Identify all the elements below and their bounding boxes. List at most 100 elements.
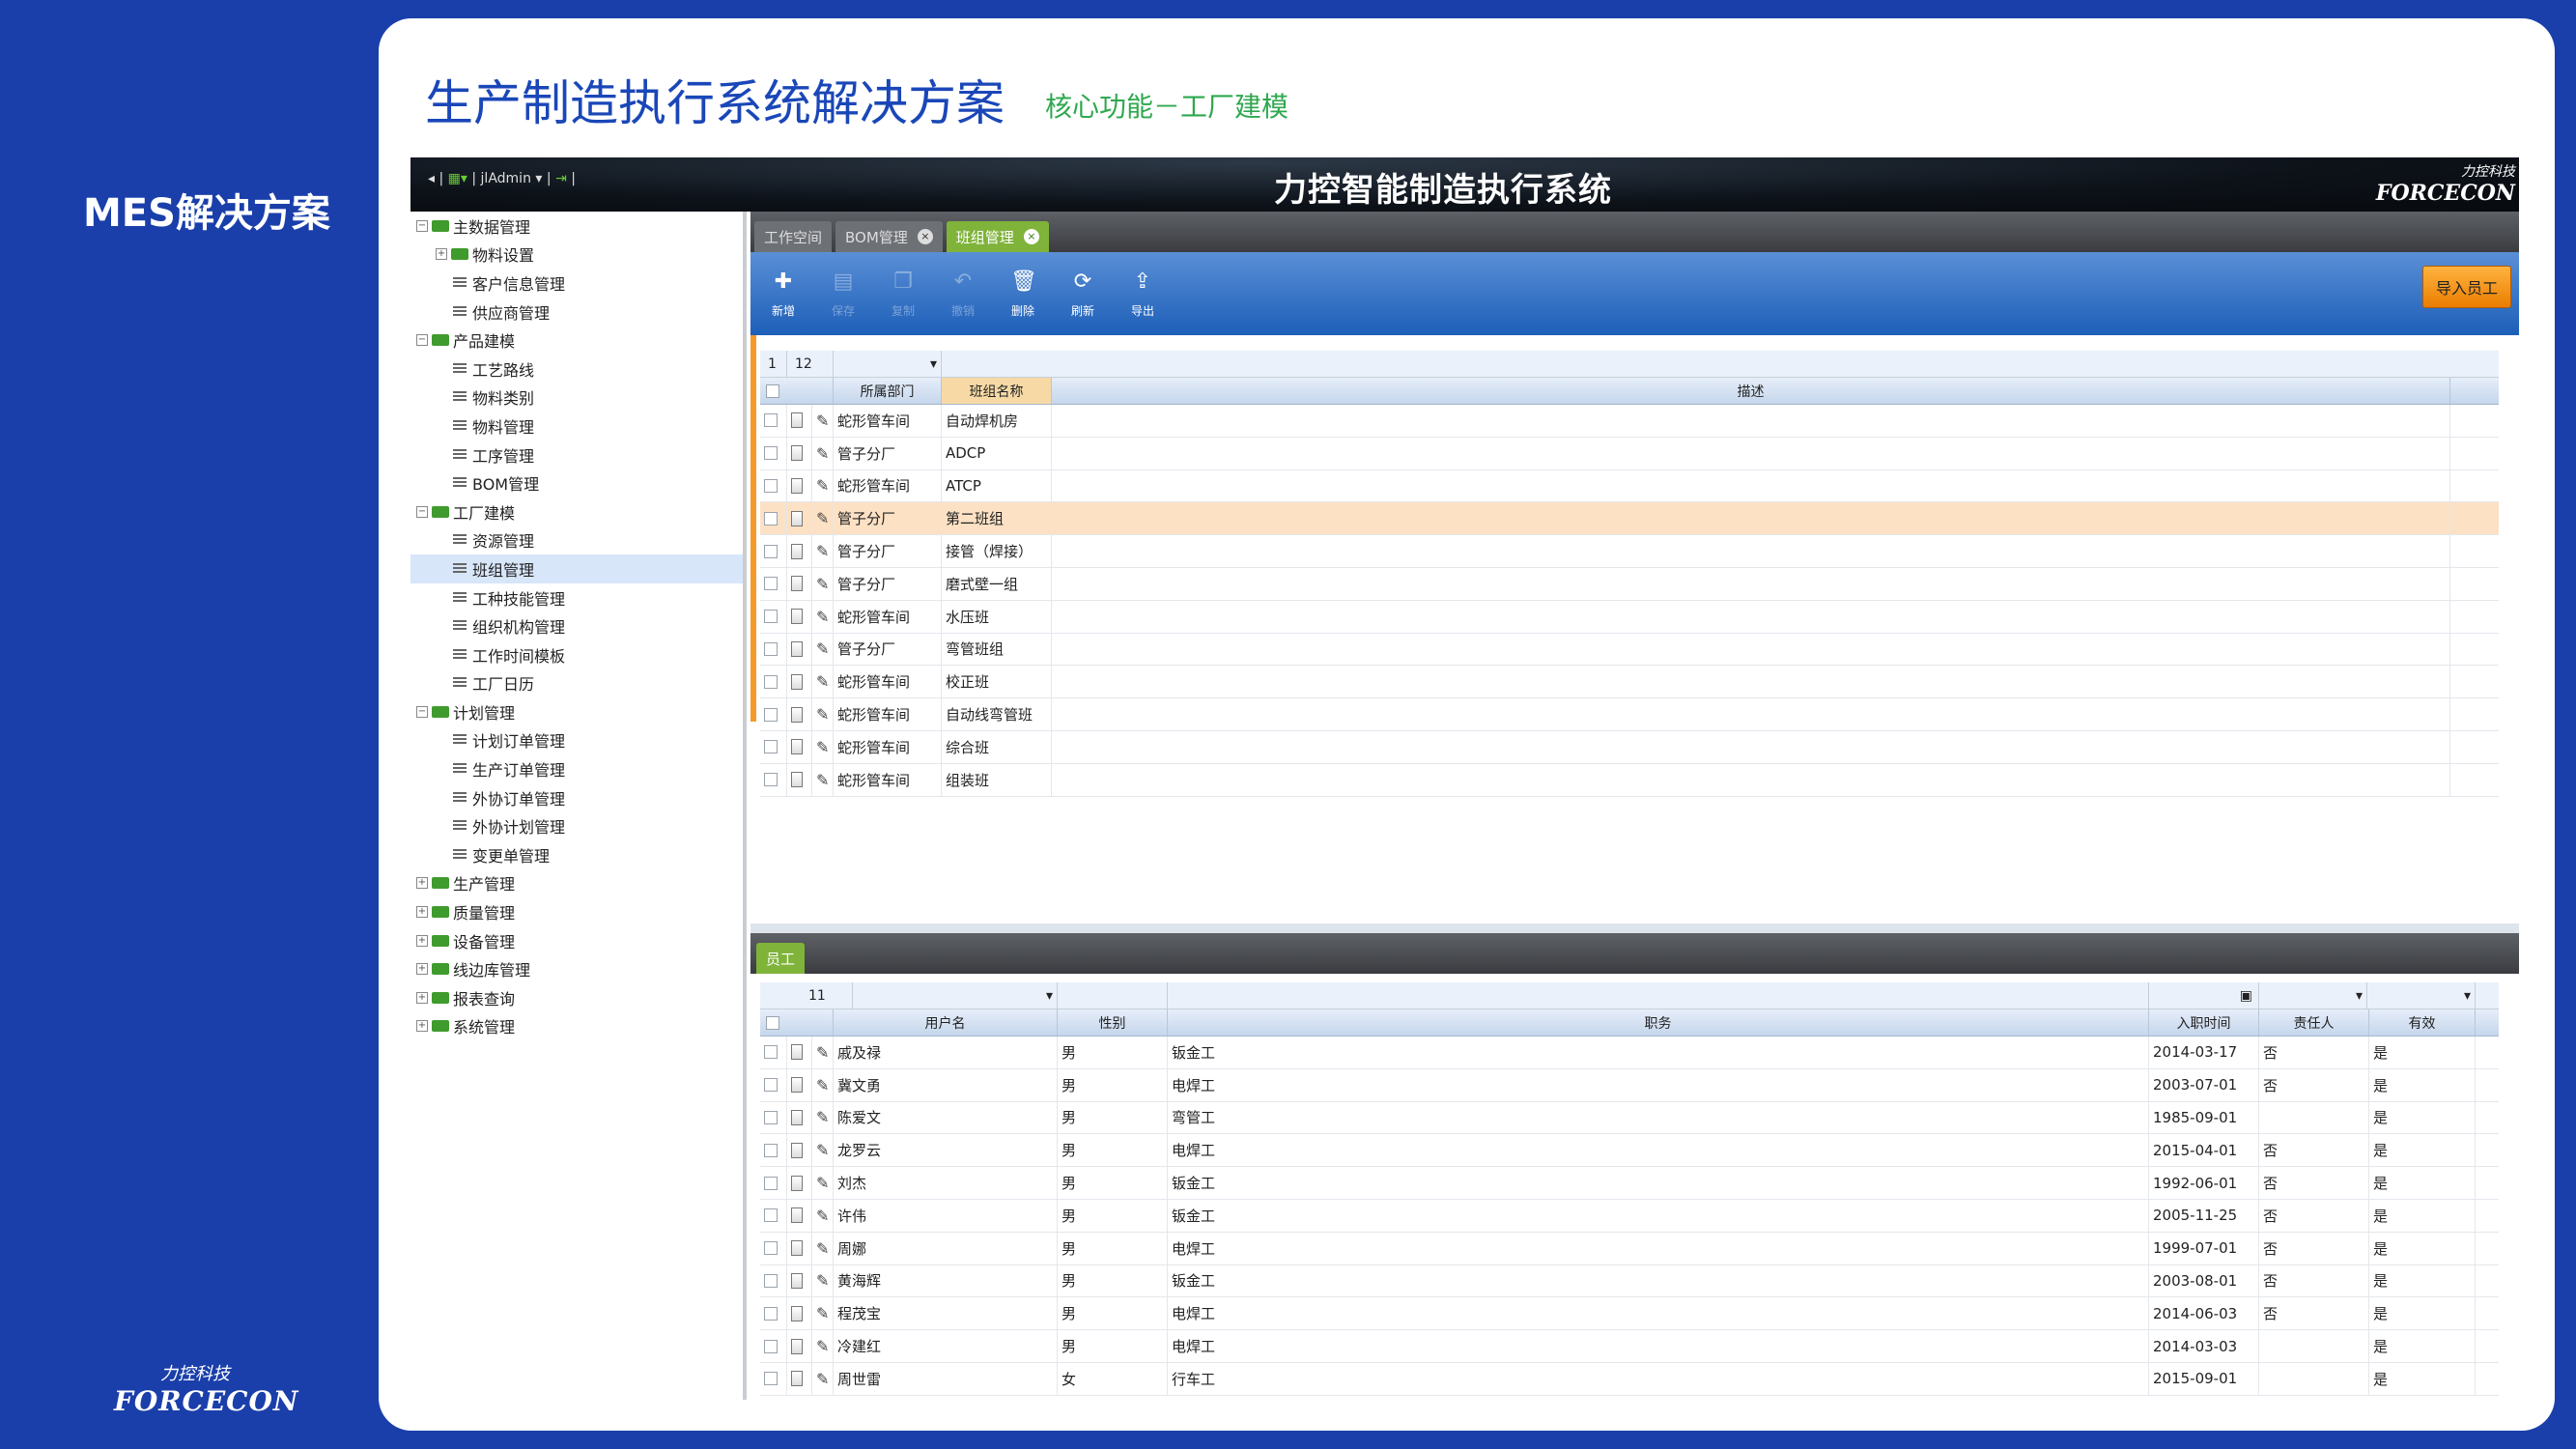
row-edit-cell[interactable]: ✎ — [812, 1232, 834, 1264]
checkbox[interactable] — [764, 1045, 778, 1060]
checkbox[interactable] — [764, 1110, 778, 1124]
row-checkbox-cell[interactable] — [760, 1264, 787, 1297]
row-view-cell[interactable] — [787, 1330, 812, 1362]
row-edit-cell[interactable]: ✎ — [812, 1134, 834, 1167]
document-icon[interactable] — [791, 1240, 803, 1257]
tree-item[interactable]: 供应商管理 — [410, 298, 743, 327]
tree-item[interactable]: + 报表查询 — [410, 983, 743, 1012]
edit-icon[interactable]: ✎ — [816, 1174, 829, 1192]
row-checkbox-cell[interactable] — [760, 1362, 787, 1395]
checkbox[interactable] — [764, 478, 778, 493]
column-header[interactable]: 所属部门 — [834, 378, 942, 404]
filter-dropdown[interactable]: ▾ — [2367, 982, 2476, 1009]
tree-item[interactable]: + 物料设置 — [410, 241, 743, 270]
row-view-cell[interactable] — [787, 1232, 812, 1264]
checkbox[interactable] — [764, 446, 778, 461]
logout-icon[interactable]: ⇥ — [555, 171, 567, 186]
tree-item[interactable]: − 主数据管理 — [410, 212, 743, 241]
tab-item[interactable]: 工作空间 — [754, 221, 833, 252]
row-edit-cell[interactable]: ✎ — [812, 1167, 834, 1199]
table-row[interactable]: ✎ 周娜男电焊工 1999-07-01 否是 — [760, 1232, 2499, 1265]
row-view-cell[interactable] — [787, 730, 812, 763]
row-edit-cell[interactable]: ✎ — [812, 1297, 834, 1330]
chevron-down-icon[interactable]: ▾ — [1046, 988, 1053, 1004]
table-row[interactable]: ✎ 刘杰男钣金工 1992-06-01 否是 — [760, 1167, 2499, 1200]
document-icon[interactable] — [791, 609, 803, 625]
row-view-cell[interactable] — [787, 1101, 812, 1134]
row-view-cell[interactable] — [787, 469, 812, 502]
toolbar-button[interactable]: ❐ 复制 — [882, 270, 924, 319]
tree-item[interactable]: + 系统管理 — [410, 1012, 743, 1041]
edit-icon[interactable]: ✎ — [816, 1304, 829, 1322]
chevron-down-icon[interactable]: ▾ — [535, 171, 542, 186]
header-checkbox-cell[interactable] — [760, 378, 834, 404]
toolbar-button[interactable]: ✚ 新增 — [762, 270, 805, 319]
document-icon[interactable] — [791, 1142, 803, 1158]
collapse-icon[interactable]: − — [416, 505, 428, 518]
toolbar-button[interactable]: ▤ 保存 — [822, 270, 864, 319]
column-header[interactable]: 有效 — [2369, 1009, 2476, 1036]
tree-item[interactable]: 工作时间模板 — [410, 640, 743, 669]
row-edit-cell[interactable]: ✎ — [812, 469, 834, 502]
filter-dropdown[interactable]: ▾ — [834, 351, 942, 377]
checkbox[interactable] — [764, 544, 778, 558]
checkbox[interactable] — [764, 1339, 778, 1353]
row-view-cell[interactable] — [787, 1362, 812, 1395]
row-view-cell[interactable] — [787, 698, 812, 730]
checkbox[interactable] — [764, 674, 778, 689]
row-edit-cell[interactable]: ✎ — [812, 763, 834, 796]
row-view-cell[interactable] — [787, 763, 812, 796]
toolbar-button[interactable]: 🗑 删除 — [1002, 270, 1044, 319]
row-view-cell[interactable] — [787, 1068, 812, 1101]
menu-icon[interactable]: ▦▾ — [448, 171, 467, 186]
document-icon[interactable] — [791, 772, 803, 788]
row-edit-cell[interactable]: ✎ — [812, 633, 834, 666]
checkbox[interactable] — [764, 511, 778, 526]
chevron-down-icon[interactable]: ▾ — [930, 356, 937, 372]
row-edit-cell[interactable]: ✎ — [812, 535, 834, 567]
table-row[interactable]: ✎ 蛇形管车间 自动焊机房 — [760, 405, 2499, 438]
row-view-cell[interactable] — [787, 1167, 812, 1199]
row-checkbox-cell[interactable] — [760, 730, 787, 763]
chevron-down-icon[interactable]: ▾ — [2464, 988, 2471, 1004]
document-icon[interactable] — [791, 673, 803, 690]
edit-icon[interactable]: ✎ — [816, 444, 829, 463]
tree-item[interactable]: − 计划管理 — [410, 697, 743, 726]
checkbox[interactable] — [764, 1241, 778, 1256]
panel-splitter[interactable] — [750, 923, 2519, 933]
checkbox[interactable] — [764, 740, 778, 754]
table-row[interactable]: ✎ 管子分厂 弯管班组 — [760, 633, 2499, 667]
row-view-cell[interactable] — [787, 1297, 812, 1330]
document-icon[interactable] — [791, 477, 803, 494]
edit-icon[interactable]: ✎ — [816, 575, 829, 593]
row-edit-cell[interactable]: ✎ — [812, 1330, 834, 1362]
edit-icon[interactable]: ✎ — [816, 1207, 829, 1225]
edit-icon[interactable]: ✎ — [816, 1370, 829, 1388]
edit-icon[interactable]: ✎ — [816, 412, 829, 430]
row-edit-cell[interactable]: ✎ — [812, 405, 834, 437]
table-row[interactable]: ✎ 陈爱文男弯管工 1985-09-01 是 — [760, 1101, 2499, 1135]
row-edit-cell[interactable]: ✎ — [812, 1068, 834, 1101]
document-icon[interactable] — [791, 706, 803, 723]
tab-item[interactable]: BOM管理 × — [835, 221, 943, 252]
edit-icon[interactable]: ✎ — [816, 771, 829, 789]
row-edit-cell[interactable]: ✎ — [812, 698, 834, 730]
edit-icon[interactable]: ✎ — [816, 1141, 829, 1159]
back-icon[interactable]: ◂ — [428, 171, 435, 186]
expand-icon[interactable]: + — [416, 991, 428, 1004]
row-checkbox-cell[interactable] — [760, 1232, 787, 1264]
document-icon[interactable] — [791, 739, 803, 755]
row-checkbox-cell[interactable] — [760, 437, 787, 469]
row-view-cell[interactable] — [787, 1199, 812, 1232]
column-header[interactable]: 入职时间 — [2149, 1009, 2259, 1036]
table-row[interactable]: ✎ 冀文勇男电焊工 2003-07-01 否是 — [760, 1068, 2499, 1102]
row-checkbox-cell[interactable] — [760, 1068, 787, 1101]
row-checkbox-cell[interactable] — [760, 1167, 787, 1199]
calendar-icon[interactable]: ▣ — [2240, 988, 2252, 1004]
checkbox[interactable] — [764, 413, 778, 428]
collapse-icon[interactable]: − — [416, 705, 428, 718]
column-header[interactable]: 描述 — [1052, 378, 2450, 404]
table-row[interactable]: ✎ 蛇形管车间 综合班 — [760, 730, 2499, 764]
import-employee-button[interactable]: 导入员工 — [2422, 266, 2511, 308]
row-checkbox-cell[interactable] — [760, 1297, 787, 1330]
